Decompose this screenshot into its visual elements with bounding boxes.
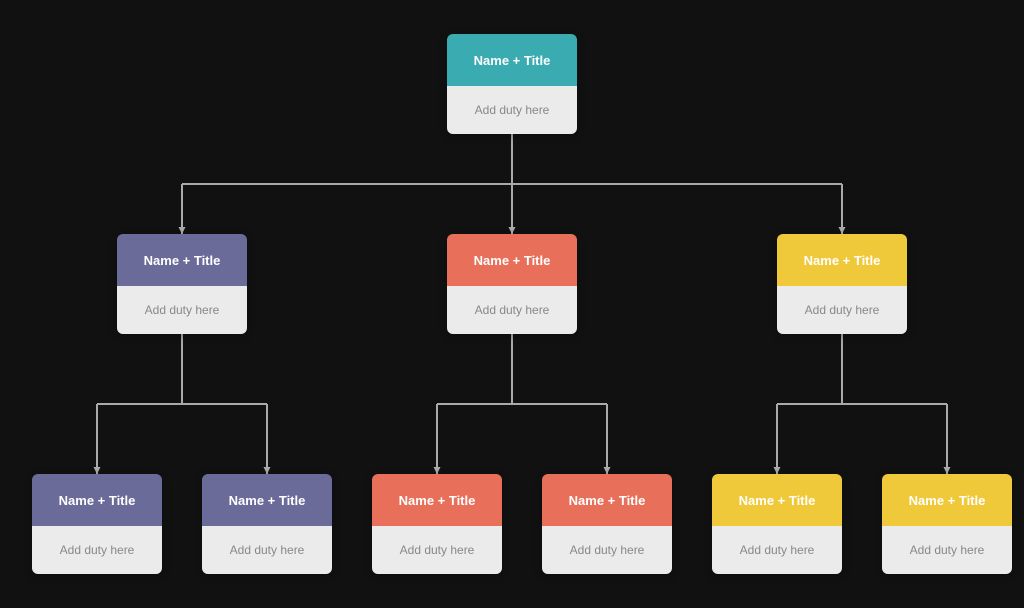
node-header-bot-cl: Name + Title [372, 474, 502, 526]
node-body-mid-r[interactable]: Add duty here [777, 286, 907, 334]
nodes-layer: Name + TitleAdd duty hereName + TitleAdd… [12, 14, 1012, 594]
org-node-root[interactable]: Name + TitleAdd duty here [447, 34, 577, 134]
node-body-bot-cr[interactable]: Add duty here [542, 526, 672, 574]
org-node-mid-l[interactable]: Name + TitleAdd duty here [117, 234, 247, 334]
org-node-bot-cr[interactable]: Name + TitleAdd duty here [542, 474, 672, 574]
node-body-bot-cl[interactable]: Add duty here [372, 526, 502, 574]
node-body-mid-c[interactable]: Add duty here [447, 286, 577, 334]
org-node-mid-r[interactable]: Name + TitleAdd duty here [777, 234, 907, 334]
node-header-bot-cr: Name + Title [542, 474, 672, 526]
org-node-bot-rr[interactable]: Name + TitleAdd duty here [882, 474, 1012, 574]
node-body-bot-ll[interactable]: Add duty here [32, 526, 162, 574]
node-body-bot-lr[interactable]: Add duty here [202, 526, 332, 574]
node-header-bot-rr: Name + Title [882, 474, 1012, 526]
node-header-mid-l: Name + Title [117, 234, 247, 286]
node-header-bot-rl: Name + Title [712, 474, 842, 526]
org-node-bot-lr[interactable]: Name + TitleAdd duty here [202, 474, 332, 574]
org-node-bot-rl[interactable]: Name + TitleAdd duty here [712, 474, 842, 574]
node-body-mid-l[interactable]: Add duty here [117, 286, 247, 334]
node-header-mid-c: Name + Title [447, 234, 577, 286]
org-node-mid-c[interactable]: Name + TitleAdd duty here [447, 234, 577, 334]
node-header-root: Name + Title [447, 34, 577, 86]
node-body-root[interactable]: Add duty here [447, 86, 577, 134]
org-chart: Name + TitleAdd duty hereName + TitleAdd… [12, 14, 1012, 594]
node-body-bot-rr[interactable]: Add duty here [882, 526, 1012, 574]
org-node-bot-ll[interactable]: Name + TitleAdd duty here [32, 474, 162, 574]
node-header-mid-r: Name + Title [777, 234, 907, 286]
node-header-bot-lr: Name + Title [202, 474, 332, 526]
node-header-bot-ll: Name + Title [32, 474, 162, 526]
org-node-bot-cl[interactable]: Name + TitleAdd duty here [372, 474, 502, 574]
node-body-bot-rl[interactable]: Add duty here [712, 526, 842, 574]
